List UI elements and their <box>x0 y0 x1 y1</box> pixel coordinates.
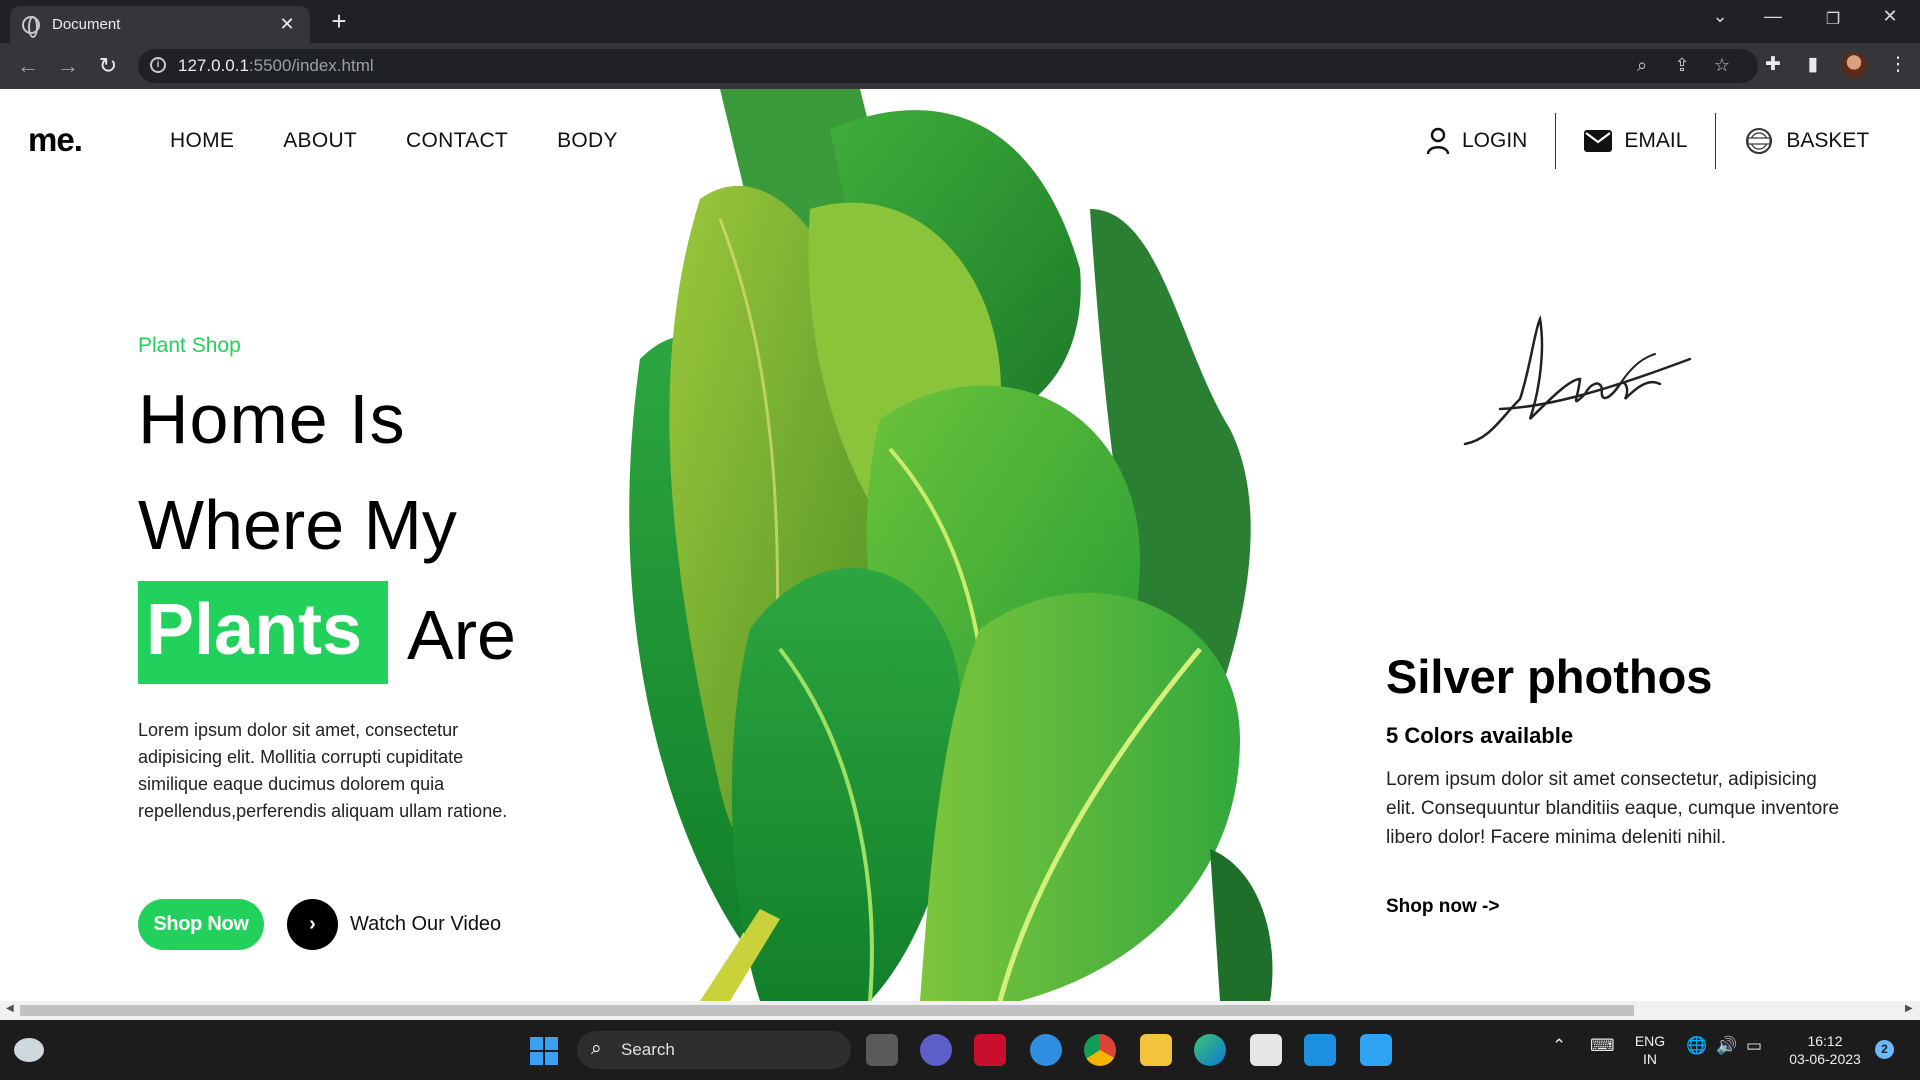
tab-title: Document <box>52 16 121 33</box>
site-info-icon[interactable]: i <box>150 57 166 73</box>
mail-icon <box>1584 130 1613 152</box>
email-label: EMAIL <box>1624 129 1688 152</box>
taskbar: ⌕ Search ⌃ ⌨ ENG IN 🌐 🔊 ▭ 16:12 03-06-2023… <box>0 1020 1920 1080</box>
shop-now-button[interactable]: Shop Now <box>138 899 264 950</box>
share-icon[interactable]: ⇪ <box>1670 55 1694 76</box>
tab-search-icon[interactable]: ⌄ <box>1705 6 1735 27</box>
product-description: Lorem ipsum dolor sit amet consectetur, … <box>1386 769 1840 848</box>
extensions-icon[interactable]: ✚ <box>1760 53 1786 76</box>
scroll-left-arrow-icon[interactable]: ◀ <box>6 1003 14 1014</box>
language-indicator[interactable]: ENG IN <box>1630 1032 1670 1068</box>
main-nav: HOME ABOUT CONTACT BODY <box>170 129 618 153</box>
nav-contact[interactable]: CONTACT <box>406 129 508 153</box>
hero-heading-line-1: Home Is <box>138 380 406 458</box>
chrome-icon[interactable] <box>1084 1034 1116 1066</box>
globe-icon <box>22 15 40 38</box>
site-logo[interactable]: me. <box>28 121 83 159</box>
file-explorer-icon[interactable] <box>1140 1034 1172 1066</box>
taskbar-search[interactable]: ⌕ Search <box>577 1031 851 1069</box>
network-icon[interactable]: 🌐 <box>1686 1036 1707 1056</box>
hero-heading-line-2: Where My <box>138 486 457 564</box>
teams-chat-icon[interactable] <box>920 1034 952 1066</box>
play-video-button[interactable]: › <box>287 899 338 950</box>
profile-avatar[interactable] <box>1841 52 1867 78</box>
hero-subtitle: Plant Shop <box>138 334 241 357</box>
signature-image <box>1463 314 1692 446</box>
nav-home[interactable]: HOME <box>170 129 234 153</box>
volume-icon[interactable]: 🔊 <box>1716 1036 1737 1056</box>
account-nav: LOGIN EMAIL BASKET <box>1398 111 1897 171</box>
app-icon[interactable] <box>1030 1034 1062 1066</box>
scroll-right-arrow-icon[interactable]: ▶ <box>1905 1003 1913 1014</box>
address-bar[interactable]: i 127.0.0.1:5500/index.html ⌕ ⇪ ☆ <box>138 49 1758 83</box>
web-page: me. HOME ABOUT CONTACT BODY LOGIN EMAIL … <box>0 89 1920 1001</box>
show-hidden-icons[interactable]: ⌃ <box>1552 1036 1566 1056</box>
window-close-icon[interactable]: ✕ <box>1875 6 1905 27</box>
watch-video-link[interactable]: Watch Our Video <box>350 913 501 936</box>
basket-icon <box>1746 128 1773 154</box>
search-label: Search <box>621 1040 675 1059</box>
browser-tab-bar: Document ✕ + ⌄ — ❐ ✕ <box>0 0 1920 43</box>
banana-leaf-image <box>629 89 1273 1001</box>
bookmark-star-icon[interactable]: ☆ <box>1710 55 1734 76</box>
email-link[interactable]: EMAIL <box>1556 111 1715 171</box>
photos-icon[interactable] <box>1360 1034 1392 1066</box>
clock[interactable]: 16:12 03-06-2023 <box>1780 1032 1870 1068</box>
nav-about[interactable]: ABOUT <box>283 129 357 153</box>
url-text[interactable]: 127.0.0.1:5500/index.html <box>178 56 374 76</box>
mcafee-icon[interactable] <box>974 1034 1006 1066</box>
microsoft-store-icon[interactable] <box>1250 1034 1282 1066</box>
zoom-icon[interactable]: ⌕ <box>1630 55 1654 76</box>
horizontal-scrollbar[interactable]: ◀ ▶ <box>0 1001 1920 1020</box>
notification-badge[interactable]: 2 <box>1875 1040 1894 1059</box>
new-tab-button[interactable]: + <box>324 6 354 37</box>
login-link[interactable]: LOGIN <box>1398 111 1555 171</box>
nav-body[interactable]: BODY <box>557 129 618 153</box>
forward-icon[interactable]: → <box>54 53 82 79</box>
back-icon[interactable]: ← <box>14 53 42 79</box>
minimize-icon[interactable]: — <box>1758 6 1788 27</box>
start-button[interactable] <box>530 1037 558 1065</box>
vscode-icon[interactable] <box>1304 1034 1336 1066</box>
hero-description: Lorem ipsum dolor sit amet, consectetur … <box>138 720 508 821</box>
login-label: LOGIN <box>1462 129 1528 152</box>
restore-icon[interactable]: ❐ <box>1818 9 1848 29</box>
hero-heading-line-3: Are <box>407 596 516 674</box>
menu-kebab-icon[interactable]: ⋮ <box>1885 53 1911 76</box>
battery-icon[interactable]: ▭ <box>1746 1036 1762 1056</box>
close-tab-icon[interactable]: ✕ <box>276 14 298 35</box>
hero-heading-highlight-word: Plants <box>146 590 363 670</box>
edge-icon[interactable] <box>1194 1034 1226 1066</box>
browser-toolbar: ← → ↻ i 127.0.0.1:5500/index.html ⌕ ⇪ ☆ … <box>0 43 1920 89</box>
weather-icon[interactable] <box>14 1038 44 1062</box>
side-panel-icon[interactable]: ▮ <box>1800 53 1826 76</box>
basket-link[interactable]: BASKET <box>1716 111 1897 171</box>
product-subtitle: 5 Colors available <box>1386 723 1574 748</box>
product-title: Silver phothos <box>1386 650 1713 703</box>
user-icon <box>1426 127 1450 155</box>
basket-label: BASKET <box>1786 129 1870 152</box>
scrollbar-thumb[interactable] <box>20 1005 1634 1016</box>
task-view-icon[interactable] <box>866 1034 898 1066</box>
search-icon: ⌕ <box>591 1038 602 1059</box>
product-shop-now-link[interactable]: Shop now -> <box>1386 896 1499 918</box>
reload-icon[interactable]: ↻ <box>94 53 122 79</box>
keyboard-icon[interactable]: ⌨ <box>1590 1036 1615 1056</box>
browser-tab[interactable]: Document ✕ <box>10 6 310 43</box>
